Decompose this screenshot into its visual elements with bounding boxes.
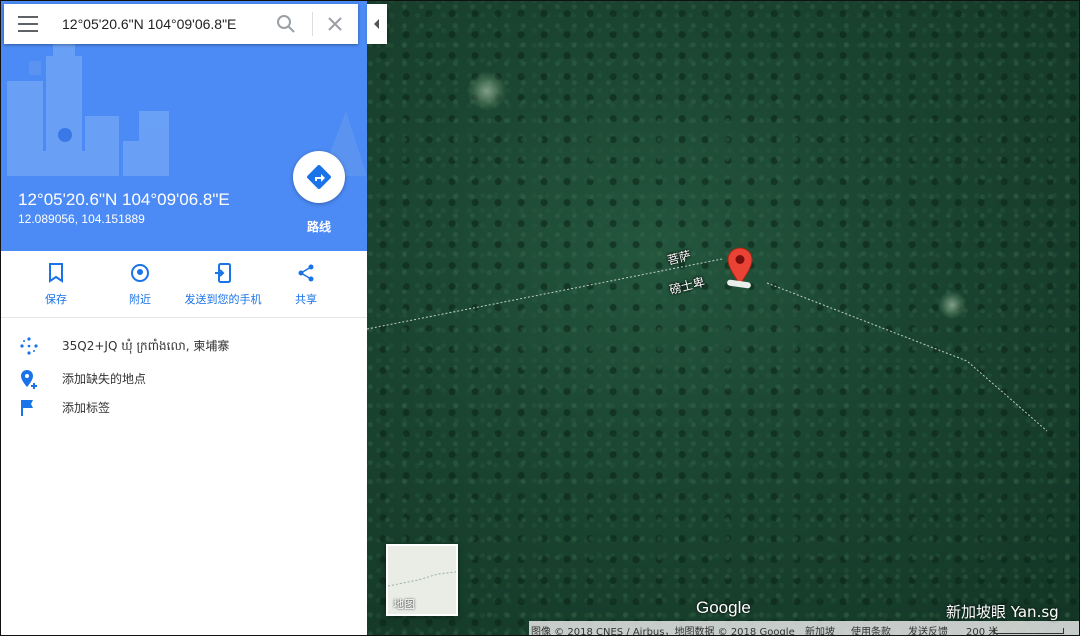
directions-button[interactable]: [293, 151, 345, 203]
search-box: [4, 4, 358, 44]
save-label: 保存: [45, 293, 67, 306]
close-icon[interactable]: [326, 15, 344, 33]
terms-link[interactable]: 使用条款: [851, 623, 891, 635]
share-icon: [298, 264, 314, 282]
satellite-map[interactable]: 菩萨 磅士卑 X 3D: [367, 1, 1079, 635]
share-button[interactable]: 共享: [266, 251, 346, 317]
add-missing-place-text: 添加缺失的地点: [62, 372, 147, 386]
watermark: 新加坡眼 Yan.sg: [946, 603, 1059, 621]
attribution-text: 图像 © 2018 CNES / Airbus，地图数据 © 2018 Goog…: [531, 627, 795, 636]
map-type-toggle[interactable]: 地图: [386, 544, 458, 616]
send-to-phone-label: 发送到您的手机: [184, 293, 262, 306]
directions-label[interactable]: 路线: [297, 218, 341, 235]
collapse-panel-button[interactable]: [367, 4, 387, 44]
plus-code-row[interactable]: 35Q2+JQ ឃុំ ក្រពាំងលោ, 柬埔寨: [1, 332, 367, 358]
share-label: 共享: [295, 293, 317, 306]
send-to-phone-button[interactable]: 发送到您的手机: [183, 251, 263, 317]
add-label-row[interactable]: 添加标签: [1, 394, 367, 420]
side-panel: 12°05'20.6"N 104°09'06.8"E 12.089056, 10…: [1, 1, 367, 635]
save-button[interactable]: 保存: [16, 251, 96, 317]
google-logo: Google: [696, 598, 751, 617]
minimap-label: 地图: [393, 598, 415, 611]
clearing-2: [937, 291, 967, 319]
search-icon[interactable]: [276, 14, 296, 34]
app-frame: 菩萨 磅士卑 X 3D: [0, 0, 1080, 636]
chevron-left-icon: [374, 19, 379, 29]
action-bar: 保存 附近 发送到您的手机 共享: [1, 251, 367, 318]
bookmark-icon: [49, 263, 63, 283]
nearby-icon: [131, 264, 149, 282]
nearby-label: 附近: [129, 293, 151, 306]
add-missing-place-row[interactable]: 添加缺失的地点: [1, 365, 367, 391]
flag-icon: [21, 400, 33, 416]
place-title: 12°05'20.6"N 104°09'06.8"E: [18, 190, 230, 209]
send-to-phone-icon: [215, 263, 231, 283]
directions-icon: [307, 165, 331, 189]
plus-code-icon: [20, 337, 38, 355]
nearby-button[interactable]: 附近: [100, 251, 180, 317]
clearing-1: [467, 71, 507, 111]
place-decimal-coords: 12.089056, 104.151889: [18, 212, 145, 226]
menu-icon[interactable]: [18, 16, 38, 32]
scale-bar: [994, 628, 1064, 634]
add-place-icon: [21, 370, 37, 389]
plus-code-text: 35Q2+JQ ឃុំ ក្រពាំងលោ, 柬埔寨: [62, 339, 230, 353]
search-input[interactable]: [62, 13, 262, 35]
feedback-link[interactable]: 发送反馈: [908, 623, 948, 635]
search-divider: [312, 12, 313, 36]
region-link[interactable]: 新加坡: [805, 623, 835, 635]
add-label-text: 添加标签: [62, 401, 111, 415]
